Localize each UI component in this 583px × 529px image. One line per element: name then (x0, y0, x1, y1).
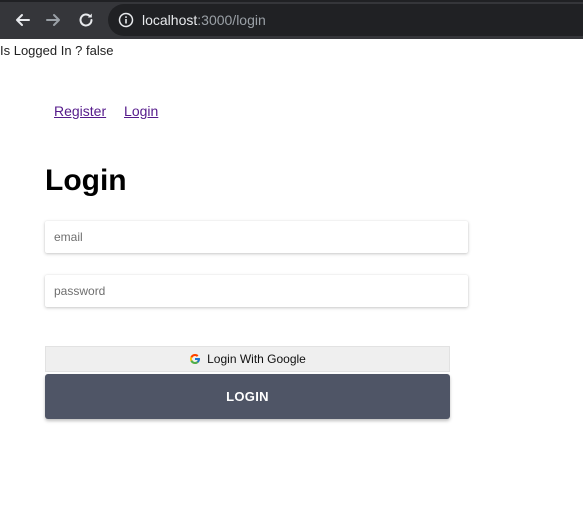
forward-button[interactable] (42, 8, 66, 32)
google-g-icon (190, 354, 201, 364)
google-login-button[interactable]: Login With Google (45, 346, 450, 372)
password-field-container (45, 275, 468, 307)
login-button-label: LOGIN (226, 389, 269, 404)
reload-icon (79, 13, 93, 27)
browser-toolbar: localhost:3000/login (0, 0, 583, 39)
login-status-text: Is Logged In ? false (0, 43, 114, 58)
url-host: localhost (142, 12, 198, 28)
page-title: Login (45, 164, 127, 197)
email-input[interactable] (45, 221, 468, 253)
reload-button[interactable] (74, 8, 98, 32)
login-button[interactable]: LOGIN (45, 374, 450, 419)
google-login-label: Login With Google (207, 352, 306, 366)
login-link[interactable]: Login (124, 103, 158, 119)
register-link[interactable]: Register (54, 103, 106, 119)
tab-strip-edge (0, 0, 583, 2)
url-text[interactable]: localhost:3000/login (142, 12, 266, 28)
back-arrow-icon (16, 14, 30, 26)
info-icon[interactable] (118, 12, 134, 28)
address-bar[interactable]: localhost:3000/login (108, 4, 583, 36)
url-path: :3000/login (197, 12, 266, 28)
back-button[interactable] (10, 8, 34, 32)
auth-nav: Register Login (54, 103, 172, 119)
email-field-container (45, 221, 468, 253)
password-input[interactable] (45, 275, 468, 307)
forward-arrow-icon (46, 14, 60, 26)
